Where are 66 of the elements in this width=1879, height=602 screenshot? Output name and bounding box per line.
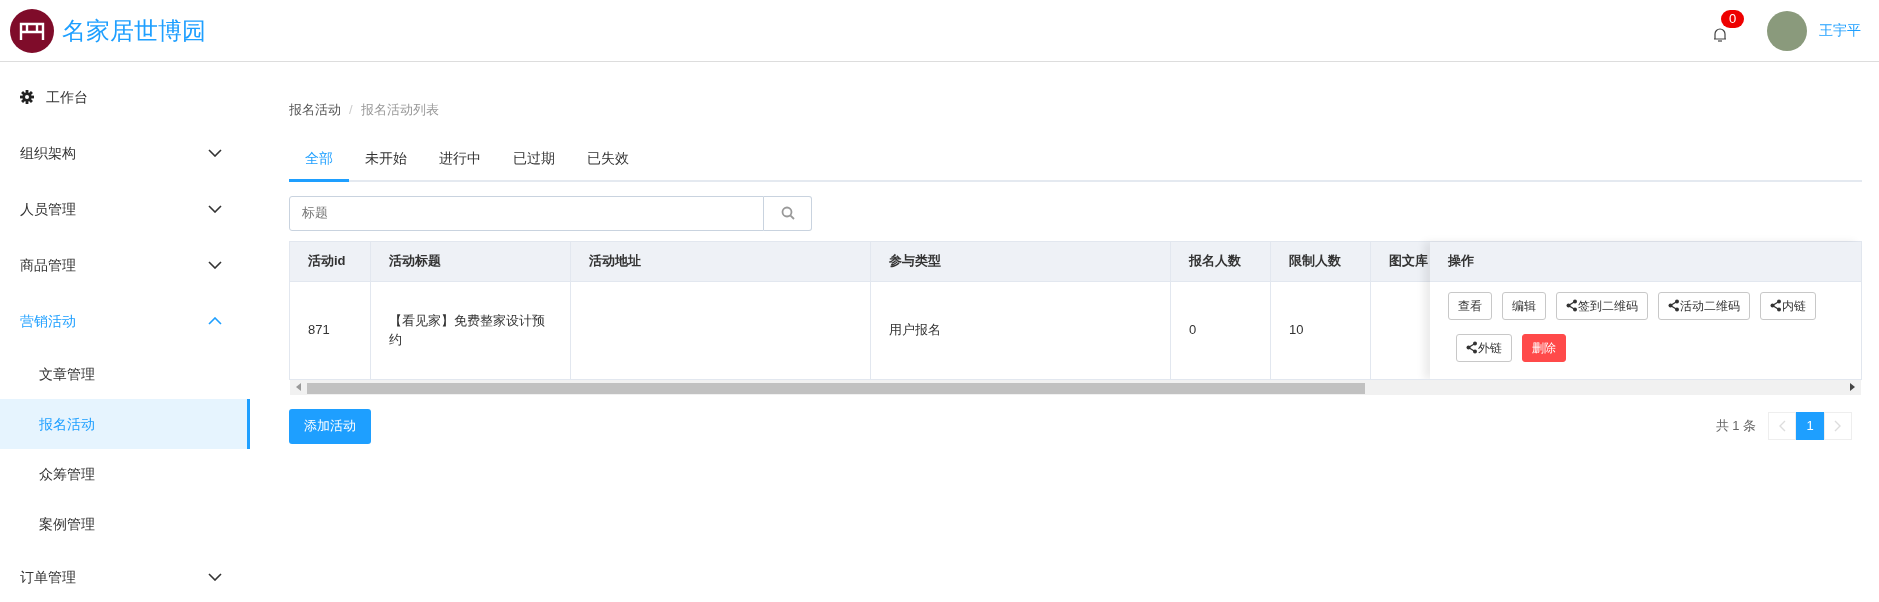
chevron-down-icon: [208, 205, 222, 213]
sidebar-subitem[interactable]: 众筹管理: [0, 449, 250, 499]
column-header: 活动id: [290, 241, 371, 282]
chevron-down-icon: [208, 149, 222, 157]
notification-badge: 0: [1721, 10, 1745, 28]
tab[interactable]: 已过期: [497, 141, 571, 182]
sidebar-item[interactable]: 订单管理: [0, 549, 250, 602]
action-button[interactable]: 编辑: [1502, 291, 1546, 320]
action-button[interactable]: 外链: [1456, 333, 1512, 362]
tab[interactable]: 未开始: [349, 141, 423, 182]
share-icon: [1770, 299, 1781, 312]
chevron-down-icon: [208, 573, 222, 581]
previous-page-button[interactable]: [1768, 412, 1796, 440]
site-title: 名家居世博园: [62, 15, 206, 46]
column-header: 报名人数: [1171, 241, 1271, 282]
sidebar-label: 商品管理: [20, 255, 77, 275]
share-icon: [1466, 341, 1477, 354]
search-icon: [780, 206, 795, 220]
breadcrumb-item[interactable]: 报名活动: [289, 100, 341, 120]
table-cell: 用户报名: [871, 281, 1171, 379]
sidebar-label: 组织架构: [20, 143, 77, 163]
avatar: [1767, 10, 1807, 51]
chevron-up-icon: [208, 317, 222, 325]
bell-icon[interactable]: [1713, 27, 1727, 44]
logo-icon: [10, 8, 54, 53]
tab[interactable]: 进行中: [423, 141, 497, 182]
action-button[interactable]: 活动二维码: [1658, 291, 1750, 320]
action-button[interactable]: 签到二维码: [1556, 291, 1648, 320]
chevron-down-icon: [208, 261, 222, 269]
sidebar-label: 订单管理: [20, 567, 77, 587]
breadcrumb-item: 报名活动列表: [360, 101, 439, 119]
sidebar-label: 人员管理: [20, 199, 77, 219]
breadcrumb-separator: /: [349, 101, 353, 119]
column-header: 活动标题: [371, 241, 571, 282]
column-header: 操作: [1430, 241, 1861, 282]
scrollbar-thumb[interactable]: [307, 382, 1365, 394]
table-cell: 871: [290, 281, 371, 379]
table-cell: 【看见家】免费整家设计预约: [371, 281, 571, 379]
sidebar-item[interactable]: 人员管理: [0, 181, 250, 237]
sidebar-subitem[interactable]: 文章管理: [0, 349, 250, 399]
action-button[interactable]: 查看: [1448, 291, 1492, 320]
next-page-button[interactable]: [1824, 412, 1852, 440]
table-cell: 10: [1271, 281, 1371, 379]
column-header: 图文库: [1371, 241, 1430, 282]
table-cell: 0: [1171, 281, 1271, 379]
sidebar-label: 营销活动: [20, 311, 77, 331]
share-icon: [1668, 299, 1679, 312]
sidebar-subitem[interactable]: 案例管理: [0, 499, 250, 549]
tab[interactable]: 已失效: [571, 141, 645, 182]
column-header: 参与类型: [871, 241, 1171, 282]
chevron-left-icon: [1778, 420, 1786, 432]
sidebar-item[interactable]: 组织架构: [0, 125, 250, 181]
chevron-right-icon: [1834, 420, 1842, 432]
scroll-right-icon[interactable]: [1847, 383, 1857, 391]
sidebar-label: 工作台: [46, 87, 88, 107]
total-count: 共 1 条: [1715, 417, 1756, 436]
scroll-left-icon[interactable]: [294, 383, 304, 391]
search-button[interactable]: [764, 195, 812, 231]
sidebar-item[interactable]: 工作台: [0, 69, 250, 125]
search-field[interactable]: 标题: [289, 195, 764, 231]
column-header: 活动地址: [571, 241, 871, 282]
sidebar-item[interactable]: 商品管理: [0, 237, 250, 293]
column-header: 限制人数: [1271, 241, 1371, 282]
gear-icon: [20, 90, 34, 104]
share-icon: [1566, 299, 1577, 312]
action-button[interactable]: 内链: [1760, 291, 1816, 320]
